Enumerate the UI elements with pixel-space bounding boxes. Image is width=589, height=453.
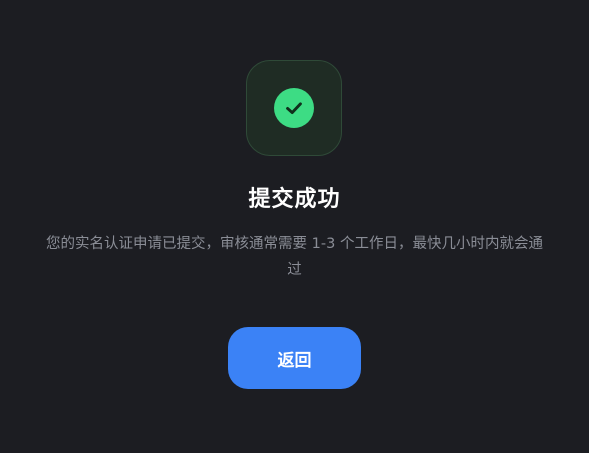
page-title: 提交成功 (248, 187, 341, 212)
checkmark-icon (286, 102, 302, 115)
check-circle-icon (274, 88, 314, 128)
success-icon-tile (246, 60, 342, 156)
status-message: 您的实名认证申请已提交，审核通常需要 1-3 个工作日，最快几小时内就会通过 (46, 236, 543, 278)
submission-success-screen: 提交成功 您的实名认证申请已提交，审核通常需要 1-3 个工作日，最快几小时内就… (0, 0, 589, 453)
back-button[interactable]: 返回 (228, 327, 361, 389)
